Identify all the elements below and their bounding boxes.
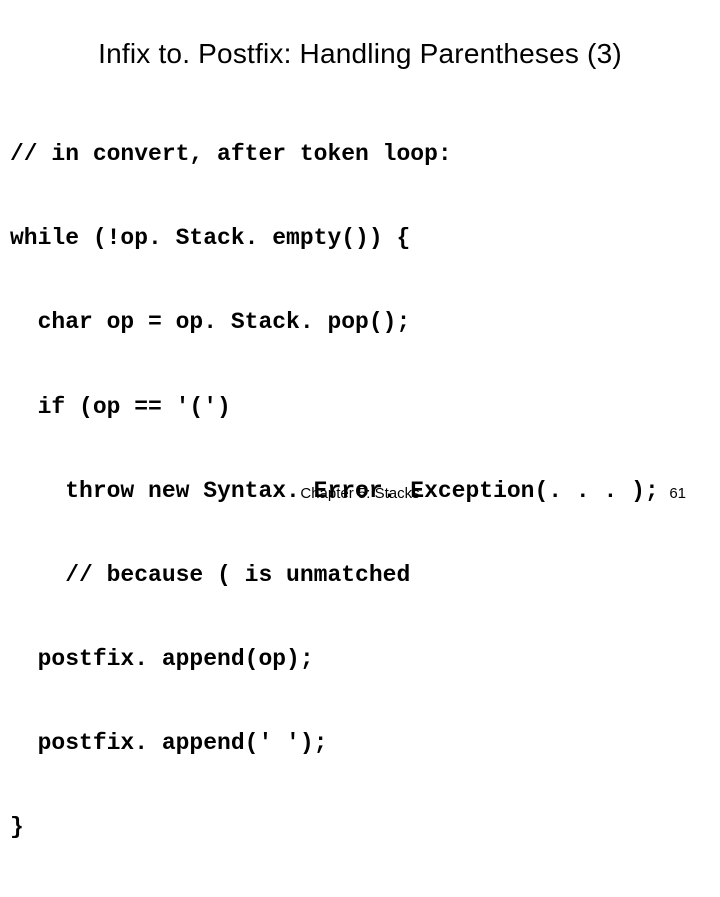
code-line: }	[10, 813, 720, 841]
code-line: if (op == '(')	[10, 393, 720, 421]
code-line: // because ( is unmatched	[10, 561, 720, 589]
code-line: // in convert, after token loop:	[10, 140, 720, 168]
slide-title: Infix to. Postfix: Handling Parentheses …	[0, 0, 720, 84]
code-line: postfix. append(' ');	[10, 729, 720, 757]
footer-chapter: Chapter 5: Stacks	[0, 485, 720, 502]
code-line: char op = op. Stack. pop();	[10, 308, 720, 336]
code-line: postfix. append(op);	[10, 645, 720, 673]
footer-page-number: 61	[669, 485, 686, 502]
slide: Infix to. Postfix: Handling Parentheses …	[0, 0, 720, 540]
code-line: while (!op. Stack. empty()) {	[10, 224, 720, 252]
